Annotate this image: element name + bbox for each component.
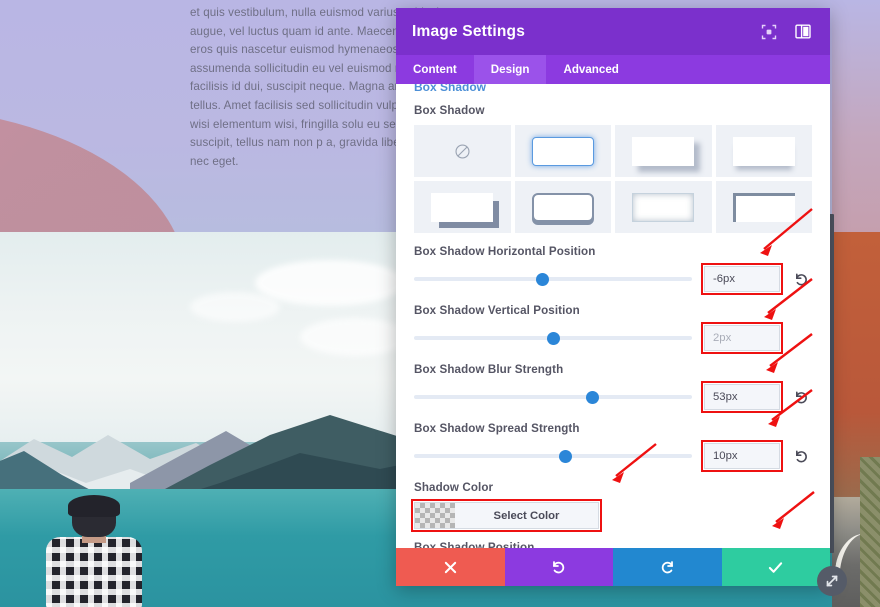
color-swatch-transparent — [415, 503, 455, 528]
preset-thumb — [431, 192, 494, 222]
check-icon — [769, 561, 783, 573]
image-settings-modal: Image Settings Content Design Advanced B… — [396, 8, 830, 586]
preset-none[interactable] — [414, 125, 511, 177]
cloud-shape — [190, 292, 280, 322]
undo-button[interactable] — [504, 548, 613, 586]
box-shadow-preset-grid — [414, 125, 812, 233]
person-silhouette — [46, 495, 142, 607]
redo-button[interactable] — [613, 548, 722, 586]
spread-strength-row: 10px — [414, 440, 812, 472]
spread-strength-input[interactable]: 10px — [701, 440, 783, 472]
spread-strength-slider[interactable] — [414, 447, 692, 465]
blur-strength-slider[interactable] — [414, 388, 692, 406]
select-color-button[interactable]: Select Color — [411, 499, 602, 532]
vertical-position-slider[interactable] — [414, 329, 692, 347]
slider-thumb[interactable] — [536, 273, 550, 286]
preset-thumb — [732, 192, 795, 222]
preset-thumb — [632, 192, 695, 222]
page-title: Image Settings — [412, 22, 526, 40]
cancel-button[interactable] — [396, 548, 505, 586]
slider-track — [414, 277, 692, 281]
blur-strength-input[interactable]: 53px — [701, 381, 783, 413]
vertical-position-row: 2px — [414, 322, 812, 354]
modal-tab-bar: Content Design Advanced — [396, 55, 830, 84]
layout-columns-icon[interactable] — [792, 21, 814, 43]
x-icon — [444, 561, 456, 573]
spread-strength-label: Box Shadow Spread Strength — [414, 422, 580, 435]
box-shadow-label: Box Shadow — [414, 104, 485, 117]
desert-road-photo — [832, 232, 880, 607]
preset-bottom-right-soft[interactable] — [615, 125, 712, 177]
undo-icon — [553, 560, 565, 573]
preset-rounded-bottom[interactable] — [514, 181, 611, 233]
no-shadow-icon — [455, 143, 470, 159]
modal-footer — [396, 548, 830, 586]
preset-thumb — [531, 192, 594, 222]
cloud-shape — [300, 318, 410, 356]
slider-thumb[interactable] — [558, 450, 572, 463]
slider-track — [414, 454, 692, 458]
preset-hard-offset[interactable] — [414, 181, 511, 233]
tab-content[interactable]: Content — [396, 55, 474, 84]
preset-top-left-border[interactable] — [715, 181, 812, 233]
vertical-position-input[interactable]: 2px — [701, 322, 783, 354]
slider-track — [414, 395, 692, 399]
slider-thumb[interactable] — [586, 391, 600, 404]
preset-inner[interactable] — [615, 181, 712, 233]
preset-outline-glow[interactable] — [514, 125, 611, 177]
diagonal-resize-icon — [826, 575, 838, 587]
modal-body: Box Shadow Box Shadow Box Shadow Horizon… — [396, 84, 830, 548]
redo-icon — [661, 560, 673, 573]
preset-thumb — [632, 136, 695, 166]
undo-reset-icon[interactable] — [790, 272, 812, 287]
preset-bottom-soft[interactable] — [715, 125, 812, 177]
hat — [68, 495, 120, 517]
resize-handle[interactable] — [817, 566, 847, 596]
preset-thumb — [732, 136, 795, 166]
horizontal-position-slider[interactable] — [414, 270, 692, 288]
blur-strength-row: 53px — [414, 381, 812, 413]
tab-design[interactable]: Design — [473, 55, 547, 84]
vertical-position-label: Box Shadow Vertical Position — [414, 304, 580, 317]
tab-advanced[interactable]: Advanced — [546, 55, 635, 84]
select-color-label: Select Color — [493, 509, 560, 522]
slider-thumb[interactable] — [547, 332, 561, 345]
decorative-curve-shape — [0, 84, 187, 232]
blur-strength-label: Box Shadow Blur Strength — [414, 363, 564, 376]
save-button[interactable] — [721, 548, 830, 586]
roadside-brush — [860, 457, 880, 607]
scrolled-section-heading: Box Shadow — [414, 84, 487, 92]
horizontal-position-label: Box Shadow Horizontal Position — [414, 245, 596, 258]
undo-reset-icon[interactable] — [790, 449, 812, 464]
focus-target-icon[interactable] — [758, 21, 780, 43]
modal-header: Image Settings — [396, 8, 830, 55]
shadow-color-label: Shadow Color — [414, 481, 494, 494]
undo-reset-icon[interactable] — [790, 390, 812, 405]
horizontal-position-row: -6px — [414, 263, 812, 295]
cloud-shape — [255, 260, 405, 306]
box-shadow-position-label: Box Shadow Position — [414, 541, 535, 548]
preset-thumb — [531, 136, 594, 166]
right-column-hero-fill — [832, 0, 880, 232]
horizontal-position-input[interactable]: -6px — [701, 263, 783, 295]
plaid-shirt — [46, 537, 142, 607]
